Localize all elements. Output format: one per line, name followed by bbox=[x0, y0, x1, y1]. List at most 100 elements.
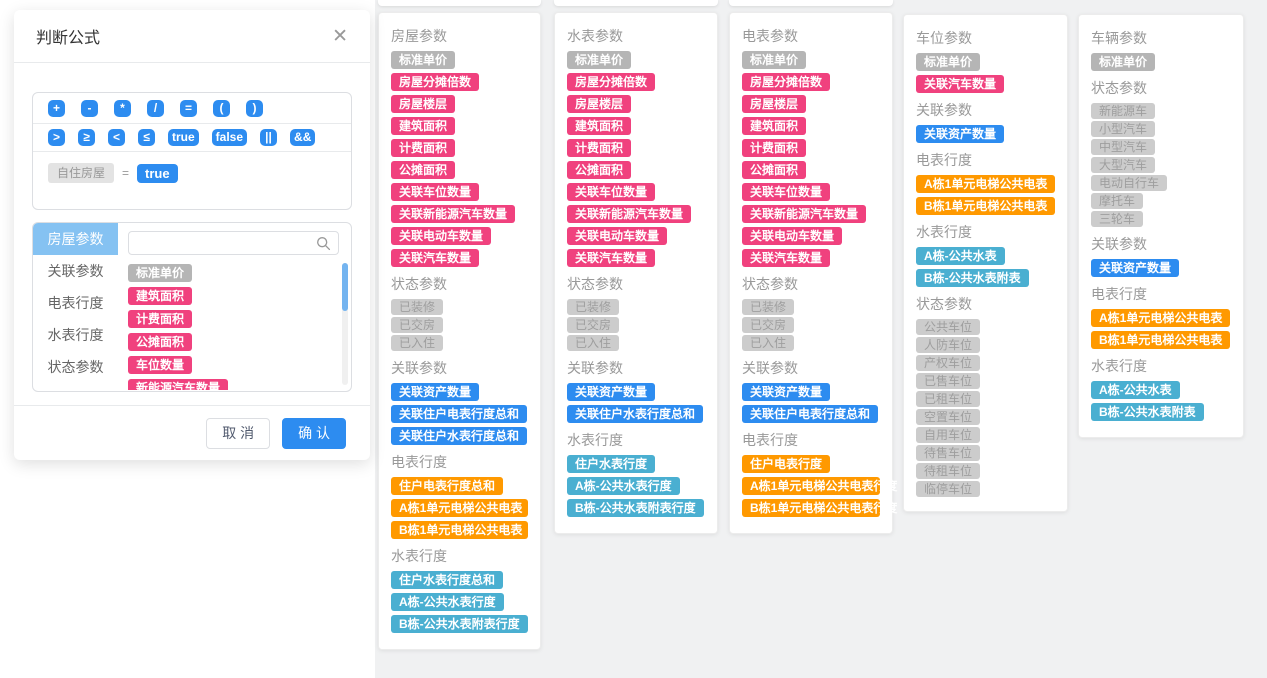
cancel-button[interactable]: 取 消 bbox=[206, 418, 270, 449]
param-tag[interactable]: 建筑面积 bbox=[742, 117, 806, 135]
operator-button[interactable]: && bbox=[290, 129, 315, 146]
param-tag[interactable]: 建筑面积 bbox=[391, 117, 455, 135]
param-tag[interactable]: 关联新能源汽车数量 bbox=[742, 205, 866, 223]
operator-button[interactable]: || bbox=[260, 129, 277, 146]
param-tag[interactable]: 新能源汽车数量 bbox=[128, 379, 228, 390]
param-tag[interactable]: B栋-公共水表附表行度 bbox=[391, 615, 528, 633]
param-tag[interactable]: 关联资产数量 bbox=[742, 383, 830, 401]
param-tag[interactable]: 标准单价 bbox=[391, 51, 455, 69]
param-tag[interactable]: 标准单价 bbox=[742, 51, 806, 69]
param-tag[interactable]: 住户电表行度 bbox=[742, 455, 830, 473]
selector-tab[interactable]: 房屋参数 bbox=[33, 223, 118, 255]
operator-button[interactable]: - bbox=[81, 100, 98, 117]
param-tag[interactable]: 住户水表行度 bbox=[567, 455, 655, 473]
param-tag: 公共车位 bbox=[916, 319, 980, 335]
param-tag[interactable]: 公摊面积 bbox=[128, 333, 192, 351]
param-tag[interactable]: 公摊面积 bbox=[567, 161, 631, 179]
param-tag[interactable]: 标准单价 bbox=[128, 264, 192, 282]
param-tag[interactable]: 关联汽车数量 bbox=[742, 249, 830, 267]
operator-button[interactable]: * bbox=[114, 100, 131, 117]
operator-button[interactable]: + bbox=[48, 100, 65, 117]
operator-button[interactable]: ≥ bbox=[78, 129, 95, 146]
operator-button[interactable]: false bbox=[212, 129, 247, 146]
param-tag[interactable]: 关联住户水表行度总和 bbox=[391, 427, 527, 445]
param-tag[interactable]: 关联汽车数量 bbox=[916, 75, 1004, 93]
param-tag[interactable]: A栋-公共水表行度 bbox=[567, 477, 680, 495]
param-tag[interactable]: 关联车位数量 bbox=[391, 183, 479, 201]
operator-button[interactable]: < bbox=[108, 129, 125, 146]
param-tag[interactable]: 标准单价 bbox=[567, 51, 631, 69]
param-tag[interactable]: 房屋分摊倍数 bbox=[742, 73, 830, 91]
param-tag[interactable]: B栋1单元电梯公共电表 bbox=[391, 521, 528, 539]
operator-button[interactable]: / bbox=[147, 100, 164, 117]
param-tag[interactable]: 住户电表行度总和 bbox=[391, 477, 503, 495]
param-tag[interactable]: 计费面积 bbox=[567, 139, 631, 157]
param-tag[interactable]: 计费面积 bbox=[391, 139, 455, 157]
param-tag[interactable]: 关联资产数量 bbox=[1091, 259, 1179, 277]
param-tag[interactable]: A栋-公共水表 bbox=[1091, 381, 1180, 399]
selector-tab[interactable]: 水表行度 bbox=[33, 319, 118, 351]
param-tag[interactable]: 房屋分摊倍数 bbox=[567, 73, 655, 91]
param-tag: 已装修 bbox=[742, 299, 794, 315]
param-tag[interactable]: 标准单价 bbox=[916, 53, 980, 71]
confirm-button[interactable]: 确 认 bbox=[282, 418, 346, 449]
param-tag[interactable]: 关联车位数量 bbox=[567, 183, 655, 201]
param-tag[interactable]: 关联资产数量 bbox=[916, 125, 1004, 143]
param-tag[interactable]: 关联住户电表行度总和 bbox=[391, 405, 527, 423]
param-tag[interactable]: 关联资产数量 bbox=[391, 383, 479, 401]
operator-button[interactable]: ≤ bbox=[138, 129, 155, 146]
param-tag[interactable]: 车位数量 bbox=[128, 356, 192, 374]
selector-tab[interactable]: 状态参数 bbox=[33, 351, 118, 383]
selector-tab[interactable]: 关联参数 bbox=[33, 255, 118, 287]
param-tag[interactable]: 关联电动车数量 bbox=[391, 227, 491, 245]
param-tag[interactable]: 关联新能源汽车数量 bbox=[567, 205, 691, 223]
search-input[interactable] bbox=[136, 235, 316, 251]
param-tag[interactable]: 关联住户电表行度总和 bbox=[742, 405, 878, 423]
param-tag[interactable]: 房屋楼层 bbox=[742, 95, 806, 113]
operator-button[interactable]: > bbox=[48, 129, 65, 146]
param-tag[interactable]: 住户水表行度总和 bbox=[391, 571, 503, 589]
param-tag[interactable]: A栋1单元电梯公共电表 bbox=[916, 175, 1055, 193]
param-tag[interactable]: 计费面积 bbox=[128, 310, 192, 328]
formula-variable-chip[interactable]: 自住房屋 bbox=[48, 163, 114, 183]
operator-button[interactable]: ) bbox=[246, 100, 263, 117]
param-tag[interactable]: A栋1单元电梯公共电表 bbox=[1091, 309, 1230, 327]
param-tag[interactable]: 关联汽车数量 bbox=[391, 249, 479, 267]
param-tag[interactable]: B栋1单元电梯公共电表行度 bbox=[742, 499, 880, 517]
param-tag[interactable]: B栋1单元电梯公共电表 bbox=[916, 197, 1055, 215]
param-tag[interactable]: 关联电动车数量 bbox=[742, 227, 842, 245]
operator-button[interactable]: true bbox=[168, 129, 199, 146]
param-tag[interactable]: A栋-公共水表 bbox=[916, 247, 1005, 265]
selector-tag-list: 标准单价建筑面积计费面积公摊面积车位数量新能源汽车数量 bbox=[128, 264, 339, 390]
operator-row-2: > ≥ < ≤ true false || && bbox=[33, 124, 351, 152]
param-tag[interactable]: 关联资产数量 bbox=[567, 383, 655, 401]
scrollbar-thumb[interactable] bbox=[342, 263, 348, 311]
param-tag[interactable]: 关联电动车数量 bbox=[567, 227, 667, 245]
selector-tab[interactable]: 电表行度 bbox=[33, 287, 118, 319]
param-tag[interactable]: 建筑面积 bbox=[128, 287, 192, 305]
operator-button[interactable]: ( bbox=[213, 100, 230, 117]
param-tag[interactable]: 建筑面积 bbox=[567, 117, 631, 135]
param-tag[interactable]: 关联汽车数量 bbox=[567, 249, 655, 267]
param-tag[interactable]: 房屋楼层 bbox=[567, 95, 631, 113]
param-tag[interactable]: 标准单价 bbox=[1091, 53, 1155, 71]
operator-button[interactable]: = bbox=[180, 100, 197, 117]
param-tag[interactable]: B栋-公共水表附表 bbox=[916, 269, 1029, 287]
param-tag[interactable]: B栋-公共水表附表行度 bbox=[567, 499, 704, 517]
close-icon[interactable]: ✕ bbox=[332, 27, 348, 46]
param-tag: 已交房 bbox=[567, 317, 619, 333]
param-tag[interactable]: 关联住户水表行度总和 bbox=[567, 405, 703, 423]
param-tag[interactable]: 关联新能源汽车数量 bbox=[391, 205, 515, 223]
param-tag[interactable]: A栋1单元电梯公共电表行度 bbox=[742, 477, 880, 495]
param-tag[interactable]: A栋1单元电梯公共电表 bbox=[391, 499, 528, 517]
param-tag[interactable]: B栋-公共水表附表 bbox=[1091, 403, 1204, 421]
param-tag[interactable]: 房屋楼层 bbox=[391, 95, 455, 113]
param-tag[interactable]: B栋1单元电梯公共电表 bbox=[1091, 331, 1230, 349]
param-tag[interactable]: 房屋分摊倍数 bbox=[391, 73, 479, 91]
param-tag[interactable]: 计费面积 bbox=[742, 139, 806, 157]
param-tag[interactable]: 关联车位数量 bbox=[742, 183, 830, 201]
param-tag[interactable]: 公摊面积 bbox=[742, 161, 806, 179]
param-tag[interactable]: A栋-公共水表行度 bbox=[391, 593, 504, 611]
formula-value-chip[interactable]: true bbox=[137, 164, 178, 183]
param-tag[interactable]: 公摊面积 bbox=[391, 161, 455, 179]
